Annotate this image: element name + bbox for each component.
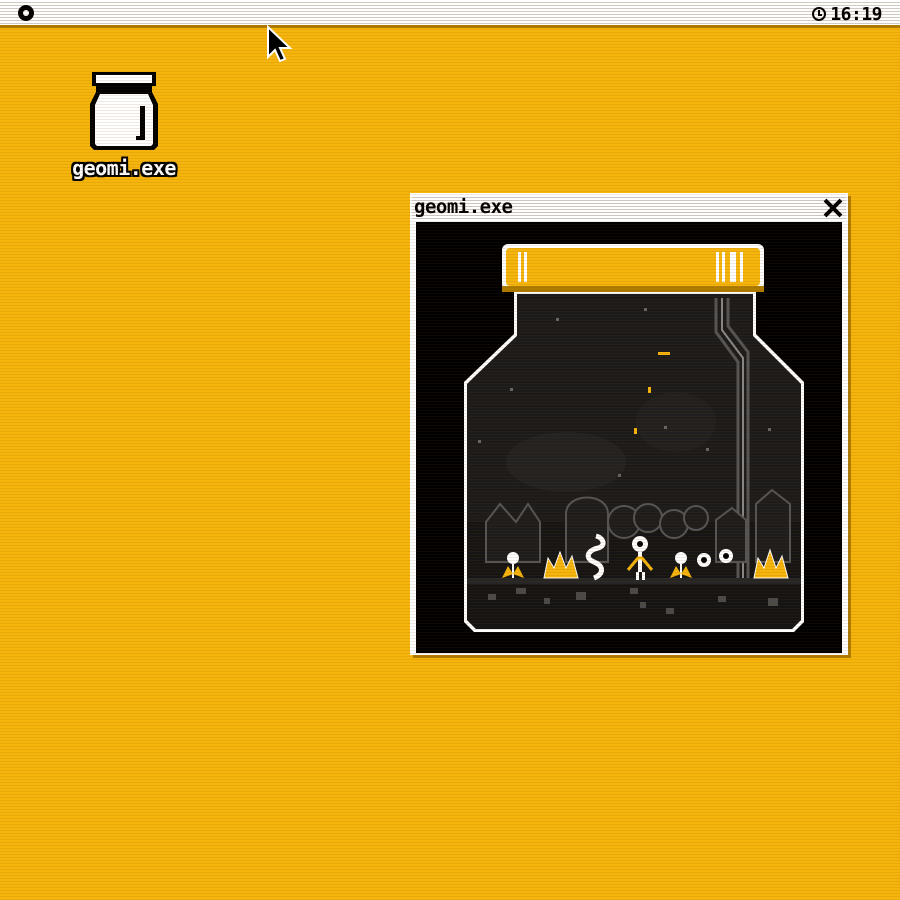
clock-icon [812, 7, 827, 21]
clock-time: 16:19 [830, 3, 882, 25]
mouse-cursor-icon [267, 25, 293, 63]
menu-clock: 16:19 [812, 3, 882, 25]
circle-logo-icon[interactable] [18, 5, 34, 21]
desktop-icon-geomi[interactable]: geomi.exe [62, 70, 186, 188]
jar-icon [90, 72, 158, 150]
window-title: geomi.exe [414, 196, 513, 218]
desktop-icon-label: geomi.exe [72, 156, 176, 180]
geomi-window[interactable]: geomi.exe [410, 193, 848, 655]
close-x-icon [823, 198, 843, 218]
window-titlebar[interactable]: geomi.exe [412, 195, 846, 220]
menu-bar: 16:19 [0, 0, 900, 28]
close-button[interactable] [822, 197, 844, 219]
jar-terrarium-scene [464, 244, 804, 632]
jar-viewport[interactable] [416, 222, 842, 653]
